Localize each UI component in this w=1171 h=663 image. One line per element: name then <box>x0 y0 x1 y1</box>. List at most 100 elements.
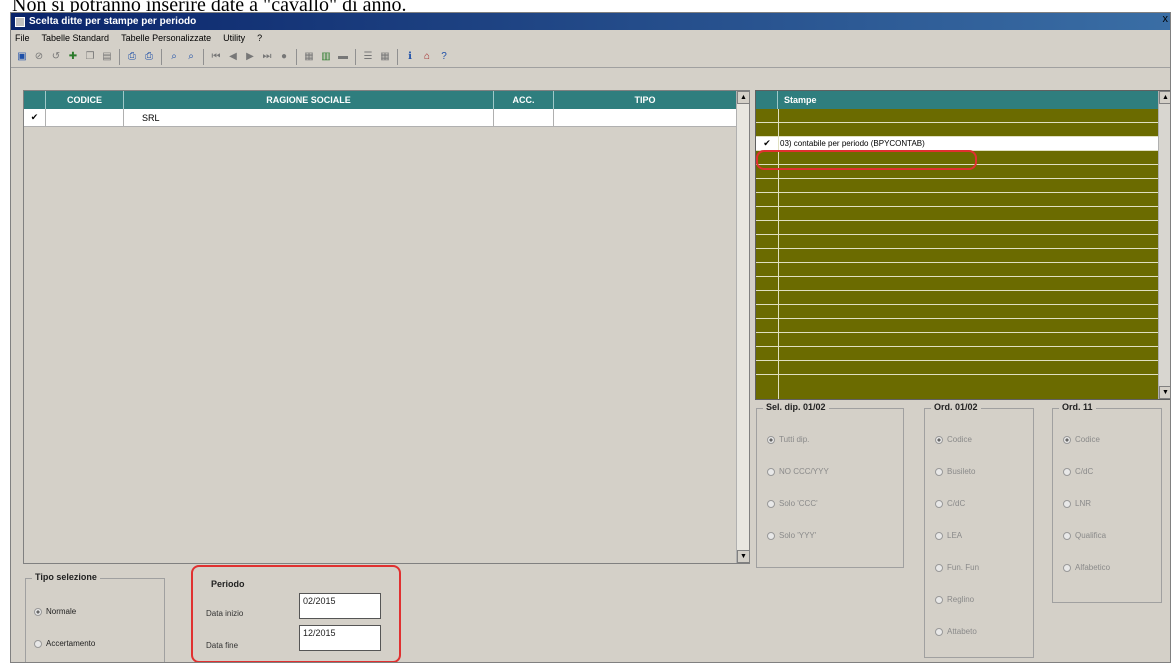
list-item[interactable] <box>756 277 1170 291</box>
find-icon[interactable]: ⌕ <box>167 50 181 64</box>
radio-ord-fun[interactable]: Fun. Fun <box>935 563 979 572</box>
radio-dot-icon[interactable] <box>935 467 943 476</box>
menu-help[interactable]: ? <box>257 33 262 43</box>
list-icon[interactable]: ☰ <box>361 50 375 64</box>
help-icon[interactable]: ? <box>437 50 451 64</box>
radio-ord-attabeto[interactable]: Attabeto <box>935 627 977 636</box>
list-item[interactable] <box>756 207 1170 221</box>
header-ragione-sociale[interactable]: RAGIONE SOCIALE <box>124 91 494 109</box>
radio-ord-lea[interactable]: LEA <box>935 531 962 540</box>
scroll-up-icon[interactable]: ▲ <box>737 91 750 104</box>
radio-dot-icon[interactable] <box>767 499 775 508</box>
radio-solo-ccc[interactable]: Solo 'CCC' <box>767 499 818 508</box>
chart-icon[interactable]: ▦ <box>302 50 316 64</box>
stop-icon[interactable]: ⊘ <box>32 50 46 64</box>
radio-dot-icon[interactable] <box>767 467 775 476</box>
record-icon[interactable]: ● <box>277 50 291 64</box>
list-item[interactable] <box>756 179 1170 193</box>
scroll-up-icon[interactable]: ▲ <box>1159 91 1170 104</box>
scroll-down-icon[interactable]: ▼ <box>737 550 750 563</box>
copy-icon[interactable]: ❐ <box>83 50 97 64</box>
radio-dot-icon[interactable] <box>935 531 943 540</box>
row-acc[interactable] <box>494 109 554 126</box>
stampe-selected-item[interactable]: ✔ 03) contabile per periodo (BPYCONTAB) <box>756 137 1170 151</box>
previous-record-icon[interactable]: ◀ <box>226 50 240 64</box>
print-preview-icon[interactable]: ⎙ <box>142 50 156 64</box>
list-item[interactable] <box>756 249 1170 263</box>
radio-dot-icon[interactable] <box>34 639 42 648</box>
radio-dot-icon[interactable] <box>935 563 943 572</box>
radio-ord11-alfabetico[interactable]: Alfabetico <box>1063 563 1110 572</box>
radio-tutti-dip[interactable]: Tutti dip. <box>767 435 809 444</box>
radio-dot-icon[interactable] <box>935 499 943 508</box>
radio-ord-codice[interactable]: Codice <box>935 435 972 444</box>
list-item[interactable] <box>756 123 1170 137</box>
header-acc[interactable]: ACC. <box>494 91 554 109</box>
radio-dot-icon[interactable] <box>1063 467 1071 476</box>
radio-dot-icon[interactable] <box>935 595 943 604</box>
radio-dot-icon[interactable] <box>935 627 943 636</box>
list-item[interactable] <box>756 347 1170 361</box>
radio-dot-icon[interactable] <box>767 531 775 540</box>
list-item[interactable] <box>756 305 1170 319</box>
row-ragione-sociale[interactable]: SRL <box>124 109 494 126</box>
radio-ord11-codice[interactable]: Codice <box>1063 435 1100 444</box>
radio-ord11-lnr[interactable]: LNR <box>1063 499 1091 508</box>
first-record-icon[interactable]: ⏮ <box>209 50 223 64</box>
row-tipo[interactable] <box>554 109 737 126</box>
list-item[interactable] <box>756 221 1170 235</box>
radio-ord11-cdc[interactable]: C/dC <box>1063 467 1093 476</box>
header-tipo[interactable]: TIPO <box>554 91 737 109</box>
find-next-icon[interactable]: ⌕ <box>184 50 198 64</box>
list-item[interactable] <box>756 263 1170 277</box>
radio-accertamento[interactable]: Accertamento <box>34 639 95 648</box>
menu-tabelle-standard[interactable]: Tabelle Standard <box>42 33 110 43</box>
radio-ord-busileto[interactable]: Busileto <box>935 467 975 476</box>
menu-utility[interactable]: Utility <box>223 33 245 43</box>
list-item[interactable] <box>756 193 1170 207</box>
sheet-icon[interactable]: ▥ <box>319 50 333 64</box>
radio-dot-icon[interactable] <box>34 607 42 616</box>
new-icon[interactable]: ✚ <box>66 50 80 64</box>
radio-ord-reglino[interactable]: Reglino <box>935 595 974 604</box>
print-icon[interactable]: ⎙ <box>125 50 139 64</box>
radio-dot-icon[interactable] <box>1063 435 1071 444</box>
home-icon[interactable]: ⌂ <box>420 50 434 64</box>
list-item[interactable] <box>756 333 1170 347</box>
list-item[interactable] <box>756 319 1170 333</box>
monitor-icon[interactable]: ▬ <box>336 50 350 64</box>
radio-dot-icon[interactable] <box>1063 531 1071 540</box>
list-item[interactable] <box>756 235 1170 249</box>
undo-icon[interactable]: ↺ <box>49 50 63 64</box>
table-row[interactable]: ✔ SRL <box>24 109 737 127</box>
stampe-scrollbar[interactable]: ▲ ▼ <box>1158 91 1170 399</box>
last-record-icon[interactable]: ⏭ <box>260 50 274 64</box>
menu-file[interactable]: File <box>15 33 30 43</box>
radio-dot-icon[interactable] <box>1063 499 1071 508</box>
list-item[interactable] <box>756 361 1170 375</box>
radio-solo-yyy[interactable]: Solo 'YYY' <box>767 531 816 540</box>
radio-ord11-qualifica[interactable]: Qualifica <box>1063 531 1106 540</box>
info-icon[interactable]: ℹ <box>403 50 417 64</box>
radio-dot-icon[interactable] <box>935 435 943 444</box>
save-icon[interactable]: ▣ <box>15 50 29 64</box>
paste-icon[interactable]: ▤ <box>100 50 114 64</box>
grid-icon[interactable]: ▦ <box>378 50 392 64</box>
stampe-check[interactable]: ✔ <box>756 138 778 149</box>
list-item[interactable] <box>756 291 1170 305</box>
radio-label: Qualifica <box>1075 531 1107 540</box>
row-codice[interactable] <box>46 109 124 126</box>
grid-scrollbar[interactable]: ▲ ▼ <box>736 91 750 563</box>
next-record-icon[interactable]: ▶ <box>243 50 257 64</box>
row-checkbox[interactable]: ✔ <box>24 109 46 126</box>
header-codice[interactable]: CODICE <box>46 91 124 109</box>
radio-ord-cdc[interactable]: C/dC <box>935 499 965 508</box>
radio-dot-icon[interactable] <box>1063 563 1071 572</box>
radio-dot-icon[interactable] <box>767 435 775 444</box>
radio-no-ccc[interactable]: NO CCC/YYY <box>767 467 829 476</box>
list-item[interactable] <box>756 109 1170 123</box>
scroll-down-icon[interactable]: ▼ <box>1159 386 1170 399</box>
menu-tabelle-personalizzate[interactable]: Tabelle Personalizzate <box>121 33 211 43</box>
close-icon[interactable]: x <box>1163 13 1169 25</box>
radio-normale[interactable]: Normale <box>34 607 76 616</box>
